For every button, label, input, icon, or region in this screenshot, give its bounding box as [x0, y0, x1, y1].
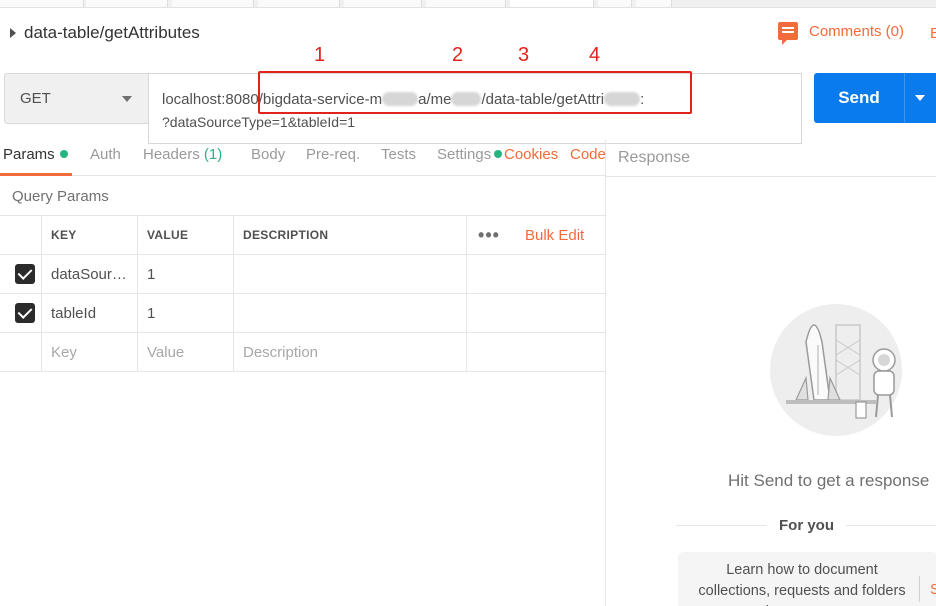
- annotation-number-3: 3: [518, 44, 530, 66]
- for-you-label: For you: [779, 517, 834, 534]
- response-title: Response: [618, 149, 691, 166]
- caret-right-icon[interactable]: [10, 28, 16, 38]
- active-tab-indicator: [0, 173, 72, 176]
- divider: [919, 576, 920, 602]
- learn-card[interactable]: Learn how to document collections, reque…: [678, 552, 936, 606]
- tab-prereq[interactable]: Pre-req.: [306, 146, 360, 163]
- tab-params-label: Params: [3, 146, 55, 163]
- more-options-button[interactable]: •••: [467, 216, 511, 254]
- annotation-number-1: 1: [314, 44, 326, 66]
- status-dot-icon: [494, 150, 503, 158]
- query-params-table: KEY VALUE DESCRIPTION ••• Bulk Edit data…: [0, 215, 605, 372]
- param-description-cell[interactable]: [234, 294, 467, 332]
- param-key-cell[interactable]: dataSour…: [42, 255, 138, 293]
- comments-label: Comments (0): [809, 22, 905, 40]
- tab-params[interactable]: Params: [3, 146, 68, 163]
- empty-response-message: Hit Send to get a response: [728, 471, 930, 490]
- request-tab[interactable]: [598, 0, 632, 7]
- comment-icon: [778, 22, 798, 45]
- bulk-edit-button[interactable]: Bulk Edit: [511, 216, 605, 254]
- divider: [606, 176, 936, 177]
- bulk-edit-label: Bulk Edit: [525, 226, 585, 244]
- tab-headers-label: Headers: [143, 146, 200, 163]
- new-key-input[interactable]: Key: [42, 333, 138, 371]
- param-description-cell[interactable]: [234, 255, 467, 293]
- comments-button[interactable]: Comments (0): [778, 22, 905, 45]
- request-header: data-table/getAttributes Comments (0) E: [0, 8, 936, 60]
- request-tab[interactable]: [86, 0, 168, 7]
- request-tab-active[interactable]: [510, 0, 594, 7]
- response-pane: Response Hit Send to get a response For …: [605, 140, 936, 606]
- send-dropdown-button[interactable]: [904, 73, 936, 123]
- method-select[interactable]: GET: [4, 73, 149, 124]
- request-name[interactable]: data-table/getAttributes: [24, 23, 200, 43]
- row-checkbox-cell: [0, 255, 42, 293]
- ellipsis-icon: •••: [478, 224, 500, 245]
- send-button[interactable]: Send: [814, 73, 904, 123]
- column-header-description: DESCRIPTION: [234, 216, 467, 254]
- new-description-input[interactable]: Description: [234, 333, 467, 371]
- request-tab[interactable]: [636, 0, 672, 7]
- divider: [676, 525, 767, 526]
- param-value-cell[interactable]: 1: [138, 255, 234, 293]
- method-label: GET: [20, 90, 51, 107]
- code-link[interactable]: Code: [570, 146, 606, 163]
- tab-settings[interactable]: Settings: [437, 146, 503, 163]
- status-dot-icon: [59, 150, 68, 158]
- headers-count-badge: (1): [203, 146, 223, 163]
- table-header-row: KEY VALUE DESCRIPTION ••• Bulk Edit: [0, 216, 605, 255]
- request-tab[interactable]: [258, 0, 340, 7]
- truncated-edge-button[interactable]: E: [930, 25, 936, 42]
- row-checkbox-cell: [0, 333, 42, 371]
- param-key-cell[interactable]: tableId: [42, 294, 138, 332]
- rocket-astronaut-illustration: [770, 304, 902, 436]
- annotation-number-2: 2: [452, 44, 464, 66]
- cookies-link[interactable]: Cookies: [504, 146, 558, 163]
- column-header-key: KEY: [42, 216, 138, 254]
- annotation-highlight-box: [258, 71, 692, 114]
- request-tab[interactable]: [344, 0, 422, 7]
- tab-body[interactable]: Body: [251, 146, 285, 163]
- query-params-title: Query Params: [12, 188, 109, 205]
- table-row: tableId 1: [0, 294, 605, 333]
- annotation-number-4: 4: [589, 44, 601, 66]
- url-text-line2: ?dataSourceType=1&tableId=1: [162, 114, 356, 130]
- header-checkbox-cell: [0, 216, 42, 254]
- request-tab[interactable]: [426, 0, 506, 7]
- tab-settings-label: Settings: [437, 146, 492, 163]
- request-tab-strip[interactable]: [0, 0, 936, 8]
- new-value-input[interactable]: Value: [138, 333, 234, 371]
- request-tab[interactable]: [172, 0, 254, 7]
- table-row-new: Key Value Description: [0, 333, 605, 372]
- for-you-heading: For you: [676, 517, 936, 534]
- request-tab[interactable]: [0, 0, 84, 7]
- tab-auth[interactable]: Auth: [90, 146, 121, 163]
- param-value-cell[interactable]: 1: [138, 294, 234, 332]
- column-header-value: VALUE: [138, 216, 234, 254]
- truncated-link[interactable]: S: [930, 581, 936, 598]
- row-checkbox-cell: [0, 294, 42, 332]
- request-subtabs: Params Auth Headers (1) Body Pre-req. Te…: [0, 140, 606, 176]
- divider: [846, 525, 936, 526]
- checkbox-checked-icon[interactable]: [15, 264, 35, 284]
- tab-tests[interactable]: Tests: [381, 146, 416, 163]
- checkbox-checked-icon[interactable]: [15, 303, 35, 323]
- chevron-down-icon: [122, 96, 132, 102]
- tab-headers[interactable]: Headers (1): [143, 146, 222, 163]
- learn-card-text: Learn how to document collections, reque…: [698, 562, 906, 606]
- table-row: dataSour… 1: [0, 255, 605, 294]
